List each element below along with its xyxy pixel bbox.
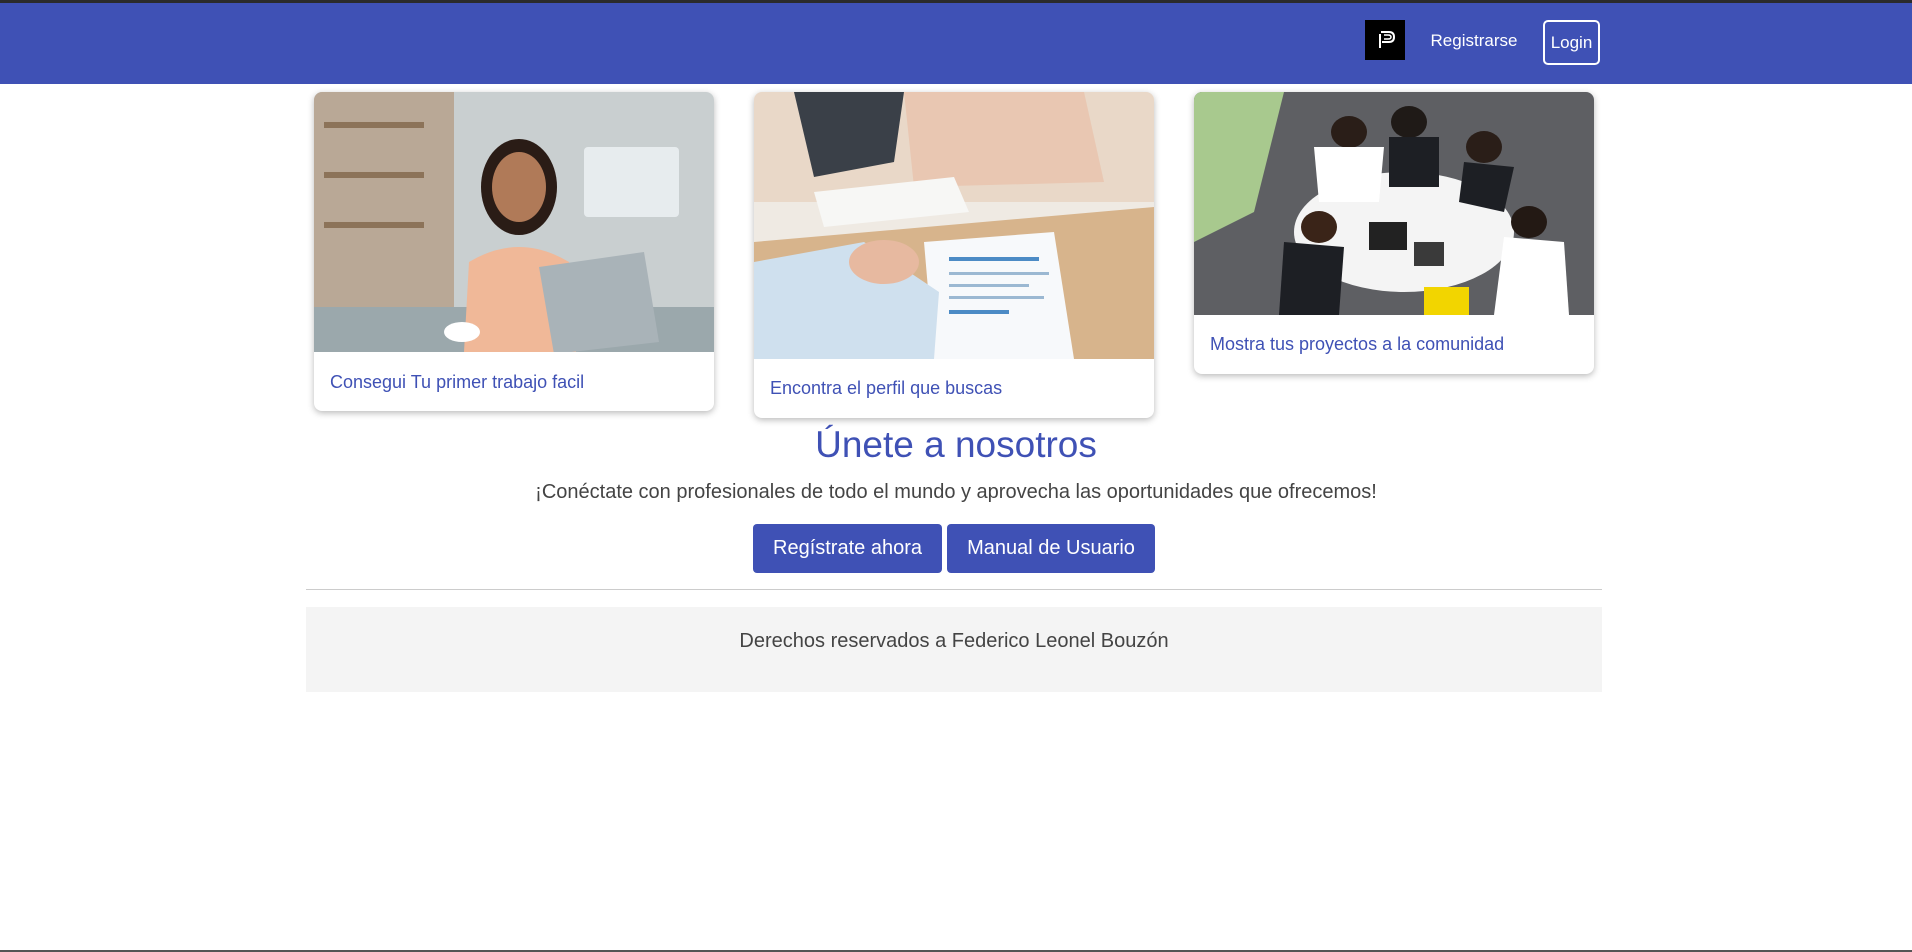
divider <box>306 589 1602 590</box>
login-button[interactable]: Login <box>1543 20 1600 65</box>
p-logo-icon[interactable] <box>1365 20 1405 60</box>
join-subtitle: ¡Conéctate con profesionales de todo el … <box>535 481 1377 503</box>
card-caption[interactable]: Encontra el perfil que buscas <box>770 378 1002 399</box>
feature-card-first-job[interactable]: Consegui Tu primer trabajo facil <box>314 92 714 411</box>
woman-with-laptop-photo <box>314 92 714 352</box>
footer: Derechos reservados a Federico Leonel Bo… <box>306 607 1602 692</box>
user-manual-button[interactable]: Manual de Usuario <box>947 524 1155 573</box>
join-title: Únete a nosotros <box>815 424 1097 465</box>
card-caption[interactable]: Consegui Tu primer trabajo facil <box>330 372 584 393</box>
register-link[interactable]: Registrarse <box>1416 30 1532 52</box>
navbar: Registrarse Login <box>0 3 1912 84</box>
register-now-button[interactable]: Regístrate ahora <box>753 524 942 573</box>
job-interview-resume-photo <box>754 92 1154 359</box>
card-caption[interactable]: Mostra tus proyectos a la comunidad <box>1210 334 1504 355</box>
feature-card-find-profile[interactable]: Encontra el perfil que buscas <box>754 92 1154 418</box>
feature-card-show-projects[interactable]: Mostra tus proyectos a la comunidad <box>1194 92 1594 374</box>
footer-copyright: Derechos reservados a Federico Leonel Bo… <box>739 630 1169 652</box>
business-team-meeting-photo <box>1194 92 1594 315</box>
